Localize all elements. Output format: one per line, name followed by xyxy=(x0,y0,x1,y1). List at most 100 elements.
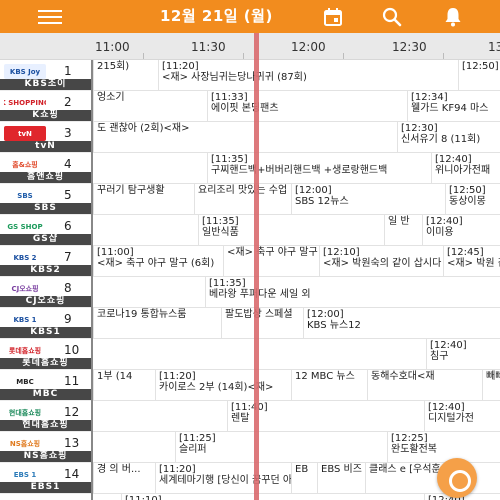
channel-name: 롯데홈쇼핑 xyxy=(0,358,91,369)
channel-number: 9 xyxy=(64,312,72,326)
program-title: 1부 (14 xyxy=(97,371,133,382)
channel-logo: tvN xyxy=(4,126,46,141)
channel-name: 홈앤쇼핑 xyxy=(0,172,91,183)
program-time: [11:20] xyxy=(162,61,199,72)
channel-name: K쇼핑 xyxy=(0,110,91,121)
program-time: [12:45] xyxy=(447,247,484,258)
program-time: [11:35] xyxy=(202,216,239,227)
program-cell[interactable]: [12:40] 위니아가전패 xyxy=(431,153,500,183)
schedule-row: [11:00]<재> 축구 야구 말구 (6회) <재> 축구 야구 말구 (6.… xyxy=(93,246,500,277)
program-cell[interactable]: 엉소기 xyxy=(93,91,207,121)
program-title: 팔도밥상 스페셜 xyxy=(225,309,293,320)
program-cell[interactable]: [11:00] <재> 축구 야구 말구 (6회) xyxy=(93,246,223,276)
channel-name: KBS1 xyxy=(0,327,91,338)
channel-number: 3 xyxy=(64,126,72,140)
program-cell[interactable]: 경 의 버... xyxy=(93,463,155,493)
program-cell[interactable]: [12:00] KBS 뉴스12 xyxy=(303,308,500,338)
program-cell[interactable]: [12:25] 완도활전복 xyxy=(387,432,500,462)
program-time: [12:00] xyxy=(307,309,344,320)
program-cell[interactable]: 12 MBC 뉴스 xyxy=(291,370,367,400)
program-cell[interactable]: [12:30] 신서유기 8 (11회) xyxy=(397,122,500,152)
channel-item[interactable]: KBS 1 9 KBS1 xyxy=(0,308,91,339)
program-cell[interactable]: [11:35] 구찌핸드백+버버리핸드백 +생로랑핸드백 xyxy=(207,153,431,183)
channel-item[interactable]: 현대홈쇼핑 12 현대홈쇼핑 xyxy=(0,401,91,432)
channel-item[interactable]: SBS 5 SBS xyxy=(0,184,91,215)
program-cell[interactable]: [12:40] 이미용 xyxy=(422,215,500,245)
channel-item[interactable]: K SHOPPING 2K쇼핑 xyxy=(0,91,91,122)
channel-item[interactable]: NS홈쇼핑 13 NS홈쇼핑 xyxy=(0,432,91,463)
channel-item[interactable]: 홈&쇼핑 4 홈앤쇼핑 xyxy=(0,153,91,184)
hamburger-menu-icon[interactable] xyxy=(38,10,62,24)
program-cell[interactable]: [11:35] 일반식품 xyxy=(198,215,384,245)
channel-logo: KBS Joy xyxy=(4,64,46,79)
channel-number: 13 xyxy=(64,436,80,450)
channel-item[interactable]: KBS 2 7 KBS2 xyxy=(0,246,91,277)
program-cell[interactable]: 코로나19 통합뉴스룸 xyxy=(93,308,221,338)
channel-number: 11 xyxy=(64,374,80,388)
program-cell[interactable]: [12:50] 동상이몽 xyxy=(445,184,500,214)
channel-item[interactable]: MBC 11 MBC xyxy=(0,370,91,401)
channel-item[interactable]: EBS 1 14 EBS1 xyxy=(0,463,91,494)
program-cell[interactable]: [12:00] SBS 12뉴스 xyxy=(291,184,445,214)
channel-item[interactable]: JTBC15JTBC xyxy=(0,494,91,500)
program-cell[interactable]: EB xyxy=(291,463,317,493)
program-time: [12:10] xyxy=(323,247,360,258)
program-time: [11:00] xyxy=(97,247,134,258)
program-cell[interactable]: [12:40] 디지털가전 xyxy=(424,401,500,431)
channel-item[interactable]: KBS Joy 1 KBS조이 xyxy=(0,60,91,91)
channel-item[interactable]: 롯데홈쇼핑 10 롯데홈쇼핑 xyxy=(0,339,91,370)
tv-guide-app: 12월 21일 (월) 11:00 11:30 12:00 12:30 13 K… xyxy=(0,0,500,500)
program-cell[interactable]: [11:20] 카이로스 2부 (14회)<재> xyxy=(155,370,291,400)
program-title: <재> 축구 야구 말구 (6... xyxy=(227,247,319,258)
program-cell[interactable]: [12:45]<재> 박원 같이 삽시다 xyxy=(443,246,500,276)
program-cell[interactable]: 요리조리 맛있는 수업 xyxy=(194,184,291,214)
channel-item[interactable]: CJ오쇼핑 8 CJ오쇼핑 xyxy=(0,277,91,308)
program-title: 침구 xyxy=(430,351,449,362)
program-cell[interactable]: <재> 축구 야구 말구 (6... xyxy=(223,246,319,276)
program-cell[interactable]: [11:25] 슬리퍼 xyxy=(175,432,387,462)
program-time: [12:50] xyxy=(462,61,499,72)
program-cell[interactable]: [12:50] xyxy=(458,60,500,90)
schedule-row: [11:25] 슬리퍼 [12:25] 완도활전복 xyxy=(93,432,500,463)
program-cell[interactable]: [11:33] 에이핏 본딩팬츠 xyxy=(207,91,407,121)
current-time-button[interactable] xyxy=(437,458,477,498)
channel-logo: KBS 2 xyxy=(4,250,46,265)
search-icon[interactable] xyxy=(381,6,403,28)
channel-name: CJ오쇼핑 xyxy=(0,296,91,307)
program-title: 12 MBC 뉴스 xyxy=(295,371,355,382)
program-cell[interactable]: [12:10]<재> 박원숙의 같이 삽시다 (2... xyxy=(319,246,443,276)
program-cell[interactable]: 팔도밥상 스페셜 xyxy=(221,308,303,338)
channel-number: 5 xyxy=(64,188,72,202)
time-tick xyxy=(143,53,144,59)
program-cell[interactable]: [11:20]세계테마기행 [당신이 꿈꾸던 아프리카-보... xyxy=(155,463,291,493)
program-cell[interactable]: EBS 비즈 니... xyxy=(317,463,365,493)
program-cell[interactable]: [11:35] 베라왕 푸퍼다운 세일 외 xyxy=(205,277,500,307)
program-cell[interactable]: 꾸러기 탐구생활 xyxy=(93,184,194,214)
program-cell[interactable]: 클래스 e [우석훈 : 다 ... xyxy=(365,463,442,493)
schedule-row: [11:40] 렌탈 [12:40] 디지털가전 xyxy=(93,401,500,432)
channel-item[interactable]: tvN 3 tvN xyxy=(0,122,91,153)
program-time: [12:30] xyxy=(401,123,438,134)
program-cell[interactable]: 215회) xyxy=(93,60,158,90)
program-cell[interactable]: 일 반 xyxy=(384,215,422,245)
bell-icon[interactable] xyxy=(442,6,464,28)
calendar-icon[interactable] xyxy=(322,6,344,28)
program-title: KBS 뉴스12 xyxy=(307,320,361,331)
channel-item[interactable]: GS SHOP 6 GS샵 xyxy=(0,215,91,246)
channel-name: NS홈쇼핑 xyxy=(0,451,91,462)
channel-name: KBS2 xyxy=(0,265,91,276)
program-title: 세계테마기행 [당신이 꿈꾸던 아프리카-보... xyxy=(159,475,291,486)
program-time: [12:00] xyxy=(295,185,332,196)
program-cell[interactable]: 도 괜찮아 (2회)<재> xyxy=(93,122,397,152)
program-cell[interactable]: 빼빼빼빼 친구친구 xyxy=(482,370,500,400)
schedule-row: 1부 (14 [11:20] 카이로스 2부 (14회)<재> 12 MBC 뉴스 동해… xyxy=(93,370,500,401)
program-cell[interactable]: 동해수호대<재 xyxy=(367,370,482,400)
program-cell[interactable]: [12:40] 침구 xyxy=(426,339,500,369)
time-bar[interactable]: 11:00 11:30 12:00 12:30 13:00 xyxy=(0,33,500,60)
program-cell[interactable]: [11:20] <재> 사장님귀는당나귀귀 (87회) xyxy=(158,60,448,90)
date-title[interactable]: 12월 21일 (월) xyxy=(160,5,273,26)
current-time-indicator xyxy=(254,33,259,500)
program-cell[interactable]: 1부 (14 xyxy=(93,370,155,400)
program-cell[interactable]: [12:34] 웰가드 KF94 마스 xyxy=(407,91,500,121)
channel-logo: SBS xyxy=(4,188,46,203)
